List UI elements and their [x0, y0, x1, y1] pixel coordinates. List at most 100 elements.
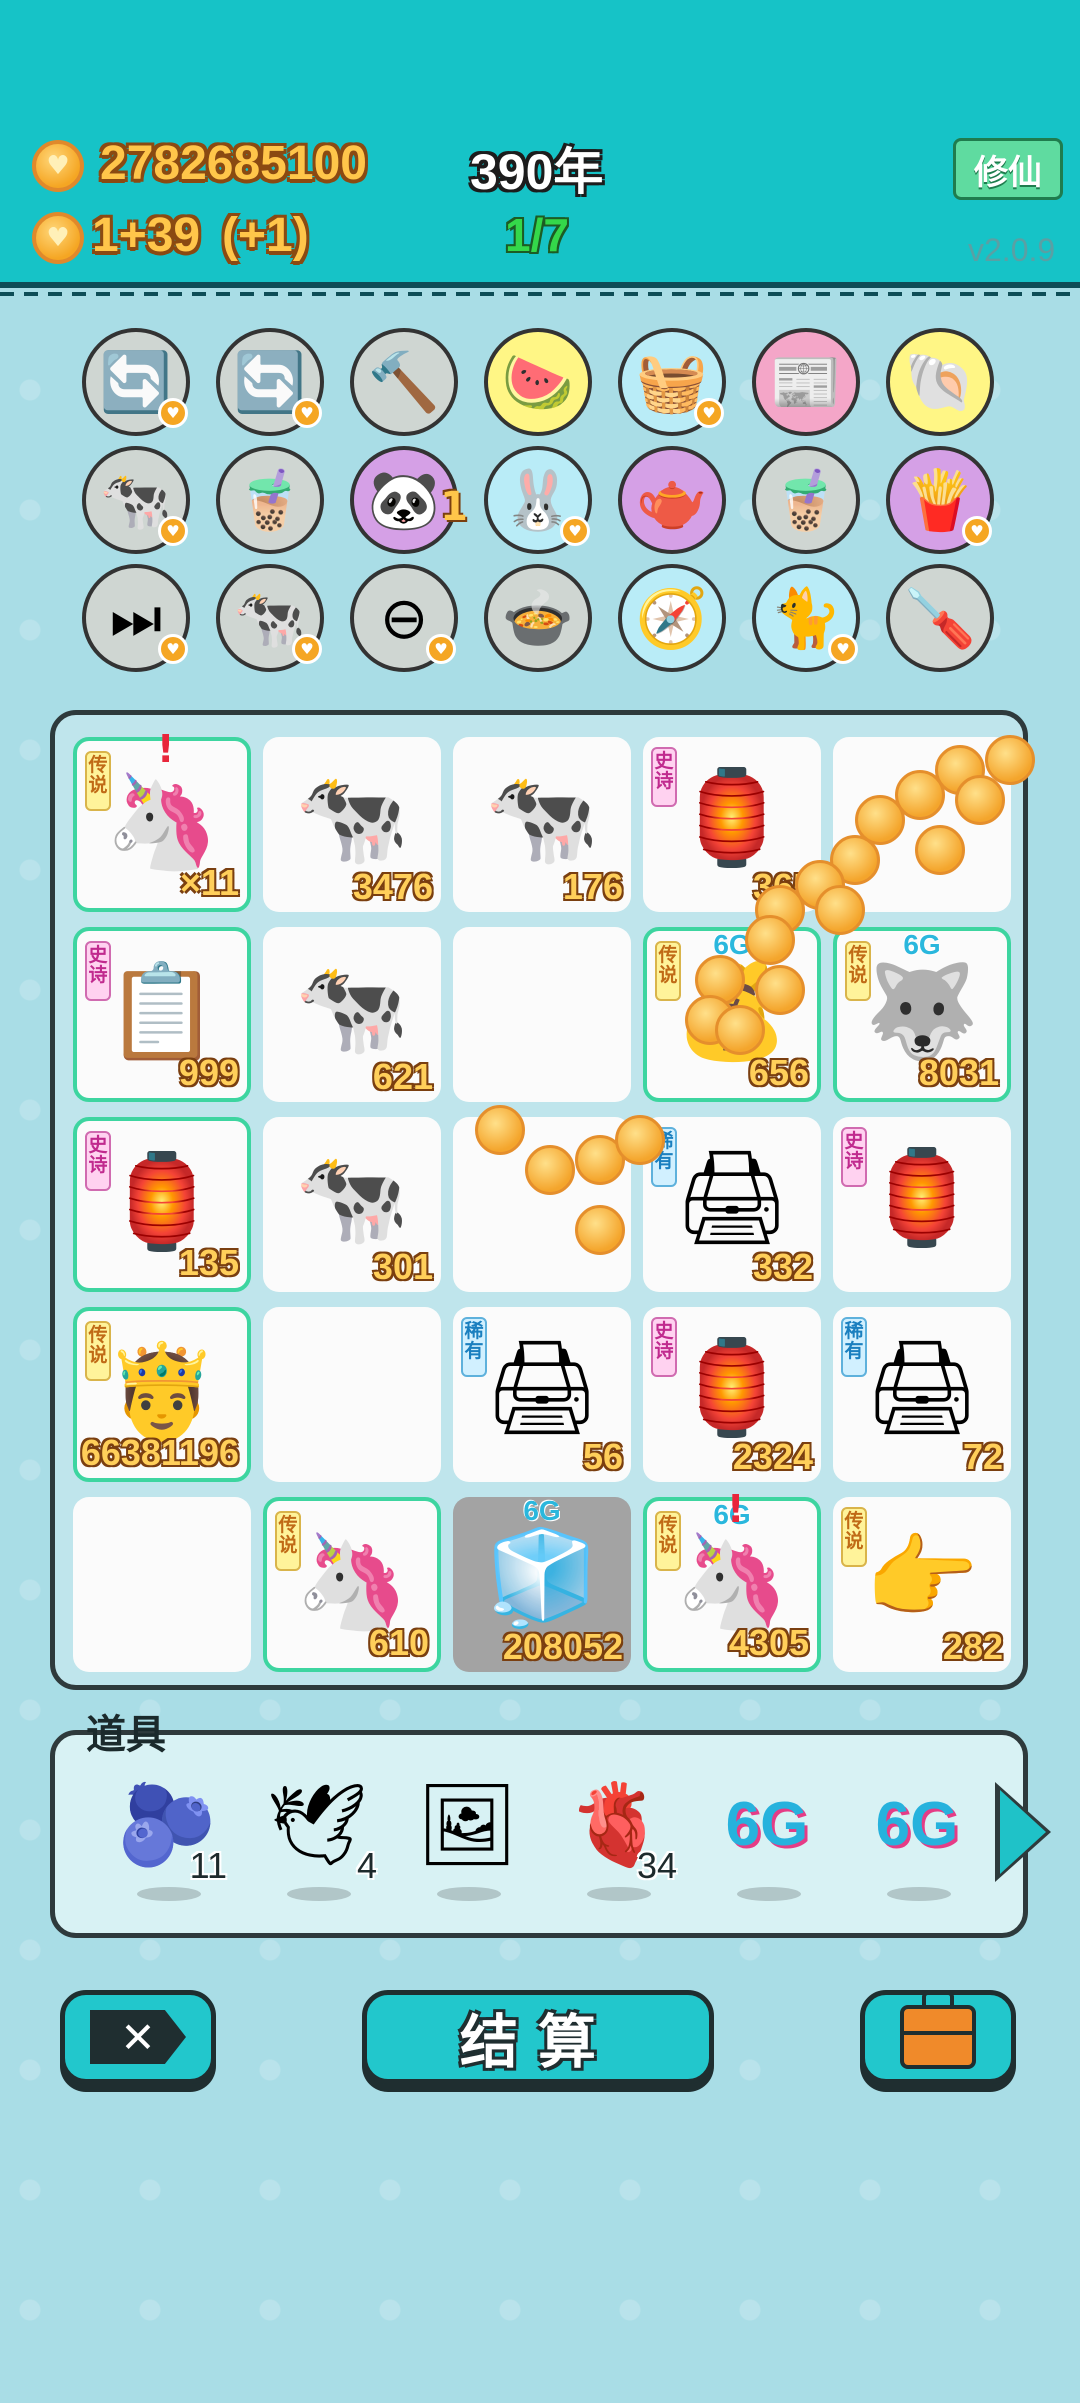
prop-item[interactable]: 🫀 34	[557, 1775, 677, 1905]
empty-cell[interactable]	[453, 927, 631, 1102]
item-count: 2324	[732, 1436, 813, 1477]
props-title: 道具	[86, 1712, 166, 1758]
skill-button-minus-icon[interactable]: ⊖ ♥	[350, 564, 458, 672]
board-cell[interactable]: 🦄 传说 6G! 4305	[643, 1487, 821, 1672]
prop-item[interactable]: 6G	[857, 1775, 977, 1905]
alert-icon: !	[157, 727, 175, 771]
skill-button-cow-pair-icon[interactable]: 🐄 ♥	[216, 564, 324, 672]
board-cell[interactable]: 🐄 3476	[263, 737, 441, 912]
inventory-button[interactable]	[860, 1990, 1016, 2084]
item-count: 621	[372, 1056, 433, 1097]
prop-shadow	[287, 1887, 351, 1901]
skill-button-compass-icon[interactable]: 🧭	[618, 564, 726, 672]
settle-button[interactable]: 结算	[362, 1990, 714, 2084]
version-label: v2.0.9	[968, 232, 1056, 268]
skill-button-refresh-icon[interactable]: 🔄 ♥	[82, 328, 190, 436]
board-cell[interactable]: 🖨稀有332	[643, 1117, 821, 1292]
income-rate: 1+39	[92, 209, 201, 262]
rarity-tag: 传说	[841, 1507, 867, 1567]
skill-button-gravy-boat-icon[interactable]: 🫖	[618, 446, 726, 554]
pot-duck-icon: 🍲	[501, 583, 575, 652]
rarity-tag: 史诗	[651, 747, 677, 807]
skill-button-magazine-icon[interactable]: 📰	[752, 328, 860, 436]
bubble-tea-icon: 🧋	[233, 465, 307, 534]
item-count: 301	[372, 1246, 433, 1287]
flying-coin-icon	[715, 1005, 765, 1055]
item-count: 282	[942, 1626, 1003, 1667]
empty-cell[interactable]	[263, 1307, 441, 1482]
board-cell[interactable]: 🖨 稀有 56	[453, 1307, 631, 1482]
fridge-icon: 🧊	[484, 1524, 600, 1631]
board-cell[interactable]: 🧊 6G 208052	[453, 1495, 631, 1672]
board-cell[interactable]: 🏮 史诗	[833, 1117, 1011, 1292]
item-count: 72	[962, 1436, 1003, 1477]
skill-button-bubble-tea-icon[interactable]: 🧋	[752, 446, 860, 554]
sixg-label: 6G	[903, 929, 941, 960]
flying-coin-icon	[915, 825, 965, 875]
item-count: 56	[582, 1436, 623, 1477]
panda-icon: 🐼	[367, 465, 441, 534]
item-count: 176	[562, 866, 623, 907]
rarity-tag: 史诗	[85, 1131, 111, 1191]
board-cell[interactable]: 🐄 621	[263, 927, 441, 1102]
props-next-arrow-icon[interactable]	[1000, 1790, 1046, 1874]
item-count: 332	[752, 1246, 813, 1287]
board-cell[interactable]: 🤴 传说 66381196	[73, 1307, 251, 1482]
skill-button-rabbit-icon[interactable]: 🐰 ♥	[484, 446, 592, 554]
skill-button-bubble-tea-icon[interactable]: 🧋	[216, 446, 324, 554]
skill-button-skip-icon[interactable]: ⏭ ♥	[82, 564, 190, 672]
flying-coin-icon	[525, 1145, 575, 1195]
item-count: 999	[178, 1052, 239, 1093]
prop-item[interactable]: 🖼	[407, 1775, 527, 1905]
sixg-label: 6G	[523, 1495, 561, 1526]
skill-button-panda-icon[interactable]: 🐼 1	[350, 446, 468, 554]
alert-icon: !	[727, 1487, 745, 1531]
sixg-icon: 6G	[725, 1790, 809, 1859]
board-cell[interactable]: 🏮 史诗 135	[73, 1117, 251, 1292]
board-cell[interactable]: 🐺 传说 6G 8031	[833, 927, 1011, 1102]
screwdriver-icon: 🪛	[903, 583, 977, 652]
prop-item[interactable]: 6G	[707, 1775, 827, 1905]
skill-button-fries-icon[interactable]: 🍟 ♥	[886, 446, 994, 554]
board-cell[interactable]: 🐄 301	[263, 1117, 441, 1292]
board-cell[interactable]: 🦄 传说 610	[263, 1497, 441, 1672]
rarity-tag: 传说	[85, 751, 111, 811]
board-cell[interactable]: 🦄 传说! ×11	[73, 727, 251, 912]
item-count: 135	[178, 1242, 239, 1283]
gold-coin-icon: ♥	[32, 140, 84, 192]
board-cell[interactable]: 🖨 稀有 72	[833, 1307, 1011, 1482]
skill-button-screwdriver-icon[interactable]: 🪛	[886, 564, 994, 672]
cow-icon: 🐄	[484, 764, 600, 871]
cultivate-button[interactable]: 修仙	[953, 138, 1063, 200]
prop-item[interactable]: 🫐 11	[107, 1775, 227, 1905]
skill-button-shell-icon[interactable]: 🐚	[886, 328, 994, 436]
flying-coin-icon	[815, 885, 865, 935]
sixg-icon: 6G	[875, 1790, 959, 1859]
item-count: 610	[368, 1622, 429, 1663]
skill-button-pot-duck-icon[interactable]: 🍲	[484, 564, 592, 672]
skill-button-cat-icon[interactable]: 🐈 ♥	[752, 564, 860, 672]
prop-item[interactable]: 🕊 4	[257, 1775, 377, 1905]
skill-button-fruit-platter-icon[interactable]: 🍉	[484, 328, 592, 436]
rarity-tag: 史诗	[85, 941, 111, 1001]
rarity-tag: 史诗	[841, 1127, 867, 1187]
skill-button-refresh-icon[interactable]: 🔄 ♥	[216, 328, 324, 436]
board-cell[interactable]: 🏮 史诗 2324	[643, 1307, 821, 1482]
skill-button-hammer-icon[interactable]: 🔨	[350, 328, 458, 436]
empty-cell[interactable]	[73, 1497, 251, 1672]
prop-shadow	[887, 1887, 951, 1901]
board-cell[interactable]: 👉 传说 282	[833, 1497, 1011, 1672]
skill-grid: 🔄 ♥ 🔄 ♥ 🔨 🍉 🧺 ♥ 📰 🐚 🐄 ♥ 🧋 🐼 1 🐰 ♥ 🫖 🧋 🍟 ♥ ⏭ ♥ 🐄 ♥ ⊖ ♥ 🍲 🧭 🐈 ♥ 🪛	[82, 328, 1002, 673]
fruit-platter-icon: 🍉	[501, 347, 575, 416]
heart-badge-icon: ♥	[292, 398, 322, 428]
close-button[interactable]: ✕	[60, 1990, 216, 2084]
board-cell[interactable]: 🐄 176	[453, 737, 631, 912]
briefcase-icon	[900, 1991, 976, 2069]
board-cell[interactable]: 📋 史诗 999	[73, 927, 251, 1102]
skill-button-fruit-basket-icon[interactable]: 🧺 ♥	[618, 328, 726, 436]
flying-coin-icon	[955, 775, 1005, 825]
item-count: 208052	[502, 1626, 623, 1667]
rarity-tag: 稀有	[461, 1317, 487, 1377]
bubble-tea-icon: 🧋	[769, 465, 843, 534]
skill-button-cow-pair-icon[interactable]: 🐄 ♥	[82, 446, 190, 554]
